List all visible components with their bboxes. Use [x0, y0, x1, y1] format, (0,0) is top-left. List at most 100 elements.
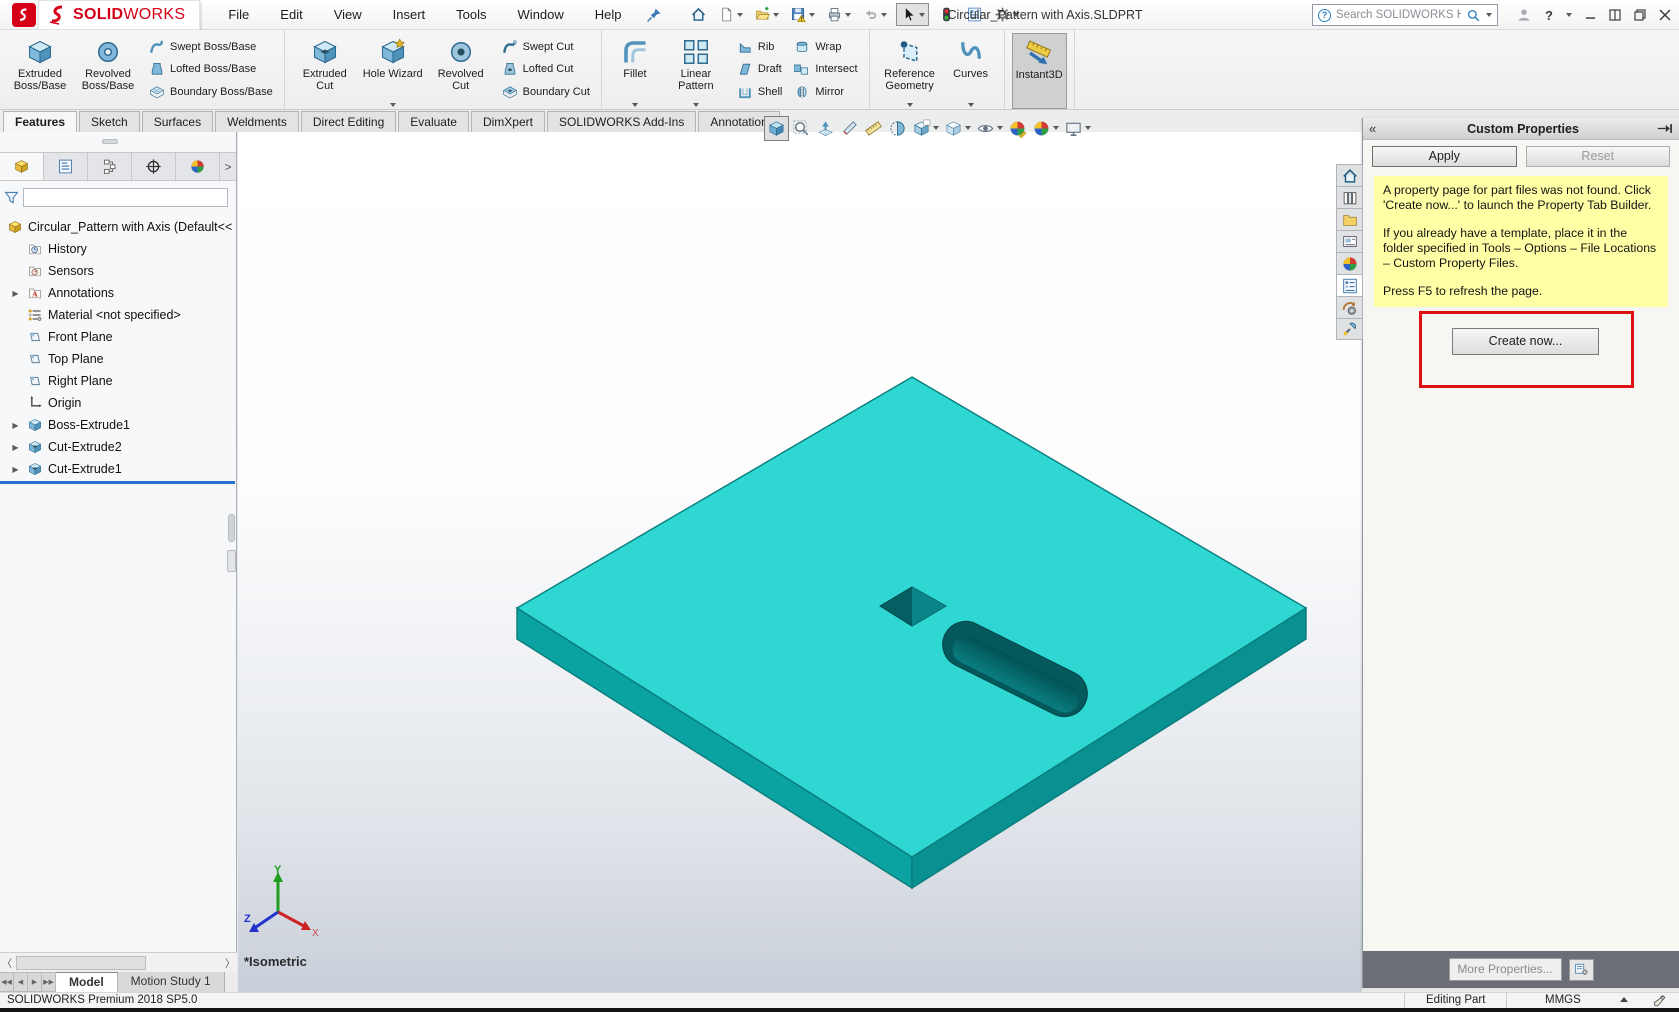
- fillet-button[interactable]: Fillet: [609, 33, 661, 109]
- tab-features[interactable]: Features: [3, 111, 77, 132]
- home-button[interactable]: [688, 4, 709, 25]
- edit-appearance-button[interactable]: [1006, 117, 1029, 140]
- scroll-left-arrow[interactable]: 〈: [0, 955, 14, 970]
- expand-arrow-icon[interactable]: ▶: [12, 289, 18, 298]
- task-pane-tab-xpress-products[interactable]: [1336, 318, 1363, 340]
- search-input[interactable]: Search SOLIDWORKS Help: [1336, 9, 1461, 21]
- tree-item-front-plane[interactable]: Front Plane: [0, 326, 235, 348]
- shell-button[interactable]: Shell: [737, 82, 782, 101]
- apply-button[interactable]: Apply: [1372, 146, 1517, 167]
- save-button[interactable]: [788, 4, 817, 25]
- property-settings-icon[interactable]: [1569, 959, 1594, 981]
- part-model[interactable]: [238, 132, 1362, 992]
- hole-wizard-dropdown-caret[interactable]: [390, 103, 396, 107]
- rib-button[interactable]: Rib: [737, 37, 782, 56]
- create-now-button[interactable]: Create now...: [1452, 328, 1599, 355]
- task-pane-tab-custom-properties[interactable]: [1336, 274, 1363, 296]
- extruded-boss-base-button[interactable]: Extruded Boss/Base: [7, 33, 73, 109]
- lofted-cut-button[interactable]: Lofted Cut: [502, 60, 590, 79]
- task-pane-tab-solidworks-cam[interactable]: [1336, 296, 1363, 318]
- tab-configurationmanager[interactable]: [88, 153, 132, 180]
- horizontal-scrollbar[interactable]: 〈 〉: [0, 952, 237, 972]
- tab-scroll-first[interactable]: ◀◀: [0, 972, 14, 992]
- hide-show-items-dropdown-caret[interactable]: [997, 126, 1003, 130]
- menu-tools[interactable]: Tools: [454, 5, 488, 24]
- curves-button[interactable]: Curves: [945, 33, 997, 109]
- units-dropdown-caret[interactable]: [1620, 997, 1628, 1002]
- view-settings-dropdown-caret[interactable]: [1085, 126, 1091, 130]
- swept-boss-base-button[interactable]: Swept Boss/Base: [149, 37, 273, 56]
- reference-geometry-dropdown-caret[interactable]: [907, 103, 913, 107]
- tab-featuremanager-design-tree[interactable]: [0, 153, 44, 180]
- revolved-cut-button[interactable]: Revolved Cut: [428, 33, 494, 109]
- tree-item-origin[interactable]: Origin: [0, 392, 235, 414]
- menu-insert[interactable]: Insert: [391, 5, 428, 24]
- menu-edit[interactable]: Edit: [278, 5, 304, 24]
- graphics-viewport[interactable]: Y X Z *Isometric: [238, 132, 1362, 992]
- task-pane-tab-solidworks-resources[interactable]: [1336, 164, 1363, 186]
- panel-splitter-handle[interactable]: [227, 550, 236, 572]
- tree-item-history[interactable]: History: [0, 238, 235, 260]
- view-settings-button[interactable]: [1062, 117, 1093, 140]
- hide-show-items-button[interactable]: [974, 117, 1005, 140]
- draft-button[interactable]: Draft: [737, 60, 782, 79]
- tree-item-annotations[interactable]: ▶AAnnotations: [0, 282, 235, 304]
- mirror-button[interactable]: Mirror: [794, 82, 857, 101]
- collapse-panel-icon[interactable]: «: [1369, 121, 1389, 136]
- tab-evaluate[interactable]: Evaluate: [398, 111, 469, 132]
- minimize-button[interactable]: [1585, 10, 1596, 21]
- task-pane-tab-view-palette[interactable]: [1336, 230, 1363, 252]
- tab-solidworks-add-ins[interactable]: SOLIDWORKS Add-Ins: [547, 111, 696, 132]
- save-dropdown-caret[interactable]: [809, 13, 815, 17]
- expand-arrow-icon[interactable]: ▶: [12, 465, 18, 474]
- new-document-button[interactable]: [716, 4, 745, 25]
- pin-panel-icon[interactable]: [1657, 122, 1673, 135]
- tree-item-circular-pattern-with-axis-default[interactable]: Circular_Pattern with Axis (Default<<: [0, 216, 235, 238]
- expand-arrow-icon[interactable]: ▶: [12, 443, 18, 452]
- help-dropdown-caret[interactable]: [1566, 13, 1572, 17]
- user-account-icon[interactable]: [1516, 7, 1532, 23]
- tag-notification-icon[interactable]: [1652, 993, 1667, 1008]
- reference-geometry-button[interactable]: Reference Geometry: [877, 33, 943, 109]
- menu-window[interactable]: Window: [516, 5, 566, 24]
- display-style-button[interactable]: [942, 117, 973, 140]
- zoom-to-fit-button[interactable]: [764, 116, 789, 141]
- search-icon[interactable]: [1466, 8, 1481, 23]
- tree-item-right-plane[interactable]: Right Plane: [0, 370, 235, 392]
- tab-scroll-last[interactable]: ▶▶: [42, 972, 56, 992]
- lofted-boss-base-button[interactable]: Lofted Boss/Base: [149, 60, 273, 79]
- tab-weldments[interactable]: Weldments: [215, 111, 299, 132]
- expand-arrow[interactable]: ▶: [9, 443, 22, 452]
- tree-filter-input[interactable]: [23, 188, 228, 207]
- wrap-button[interactable]: Wrap: [794, 37, 857, 56]
- curves-dropdown-caret[interactable]: [968, 103, 974, 107]
- split-window-button[interactable]: [1609, 9, 1621, 21]
- tab-dimxpert[interactable]: DimXpert: [471, 111, 545, 132]
- expand-arrow-icon[interactable]: ▶: [12, 421, 18, 430]
- undo-button[interactable]: [860, 4, 889, 25]
- tree-item-sensors[interactable]: Sensors: [0, 260, 235, 282]
- extruded-cut-button[interactable]: Extruded Cut: [292, 33, 358, 109]
- status-units[interactable]: MMGS: [1545, 994, 1581, 1006]
- open-button[interactable]: [752, 4, 781, 25]
- section-view-button[interactable]: [838, 117, 861, 140]
- expand-arrow[interactable]: ▶: [9, 421, 22, 430]
- hole-wizard-button[interactable]: Hole Wizard: [360, 33, 426, 109]
- more-properties-button[interactable]: More Properties...: [1449, 958, 1562, 981]
- expand-arrow[interactable]: ▶: [9, 289, 22, 298]
- restore-button[interactable]: [1634, 9, 1646, 21]
- tree-item-boss-extrude1[interactable]: ▶Boss-Extrude1: [0, 414, 235, 436]
- panel-grip-handle[interactable]: [102, 139, 118, 144]
- tree-item-material-not-specified[interactable]: Material <not specified>: [0, 304, 235, 326]
- tab-displaymanager[interactable]: [176, 153, 220, 180]
- panel-tabs-overflow-chevron[interactable]: >: [220, 153, 236, 180]
- fillet-dropdown-caret[interactable]: [632, 103, 638, 107]
- section-tool-button[interactable]: [886, 117, 909, 140]
- revolved-boss-base-button[interactable]: Revolved Boss/Base: [75, 33, 141, 109]
- zoom-to-area-button[interactable]: [790, 117, 813, 140]
- close-button[interactable]: [1659, 9, 1671, 21]
- help-button[interactable]: ?: [1545, 8, 1553, 23]
- task-pane-tab-appearances-scenes[interactable]: [1336, 252, 1363, 274]
- task-pane-tab-file-explorer[interactable]: [1336, 208, 1363, 230]
- instant3d-button[interactable]: Instant3D: [1012, 33, 1067, 109]
